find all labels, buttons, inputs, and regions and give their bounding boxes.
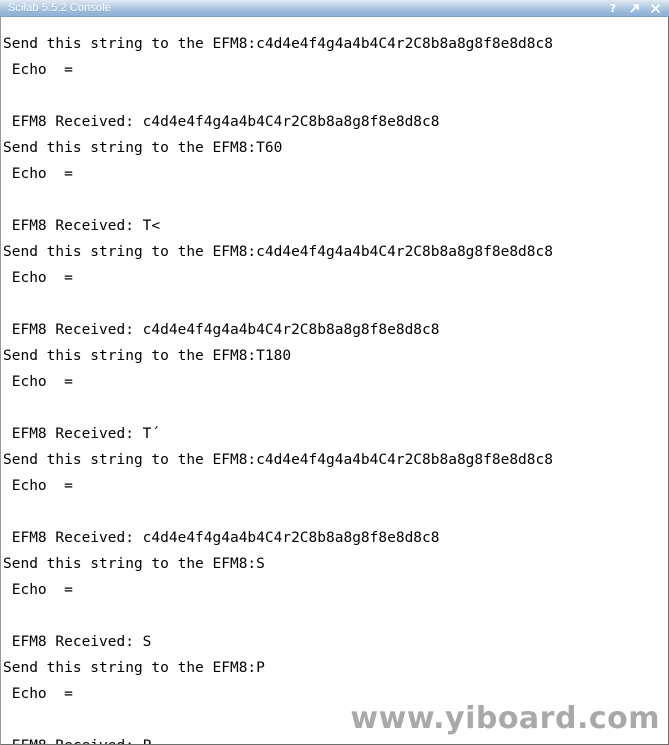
console-line: Send this string to the EFM8:S: [3, 556, 265, 572]
console-line: EFM8 Received: T<: [3, 218, 161, 234]
console-line: Echo =: [3, 374, 73, 390]
console-line: Echo =: [3, 270, 73, 286]
scilab-console-window: Scilab 5.5.2 Console ? Send this string …: [0, 0, 669, 745]
console-line: EFM8 Received: c4d4e4f4g4a4b4C4r2C8b8a8g…: [3, 322, 440, 338]
console-line: Send this string to the EFM8:T180: [3, 348, 292, 364]
titlebar-button-group: ?: [607, 2, 665, 15]
window-title: Scilab 5.5.2 Console: [8, 2, 111, 14]
close-icon[interactable]: [649, 2, 661, 15]
console-line: Send this string to the EFM8:T60: [3, 140, 283, 156]
svg-text:?: ?: [610, 2, 616, 14]
console-scroll-area[interactable]: Send this string to the EFM8:c4d4e4f4g4a…: [1, 17, 668, 744]
console-line: EFM8 Received: T´: [3, 426, 161, 442]
titlebar[interactable]: Scilab 5.5.2 Console ?: [0, 0, 669, 17]
console-line: EFM8 Received: c4d4e4f4g4a4b4C4r2C8b8a8g…: [3, 114, 440, 130]
watermark: www.yiboard.com: [350, 701, 660, 736]
console-line: Echo =: [3, 582, 73, 598]
console-panel[interactable]: Send this string to the EFM8:c4d4e4f4g4a…: [0, 17, 669, 745]
console-line: Send this string to the EFM8:c4d4e4f4g4a…: [3, 36, 553, 52]
help-icon[interactable]: ?: [607, 2, 619, 15]
console-line: Send this string to the EFM8:c4d4e4f4g4a…: [3, 244, 553, 260]
console-line: Send this string to the EFM8:c4d4e4f4g4a…: [3, 452, 553, 468]
undock-icon[interactable]: [628, 2, 640, 15]
console-line: Echo =: [3, 62, 73, 78]
console-line: EFM8 Received: c4d4e4f4g4a4b4C4r2C8b8a8g…: [3, 530, 440, 546]
console-line: Echo =: [3, 478, 73, 494]
console-line: Echo =: [3, 166, 73, 182]
console-line: Send this string to the EFM8:P: [3, 660, 265, 676]
console-output: Send this string to the EFM8:c4d4e4f4g4a…: [3, 31, 668, 744]
console-line: EFM8 Received: S: [3, 634, 152, 650]
